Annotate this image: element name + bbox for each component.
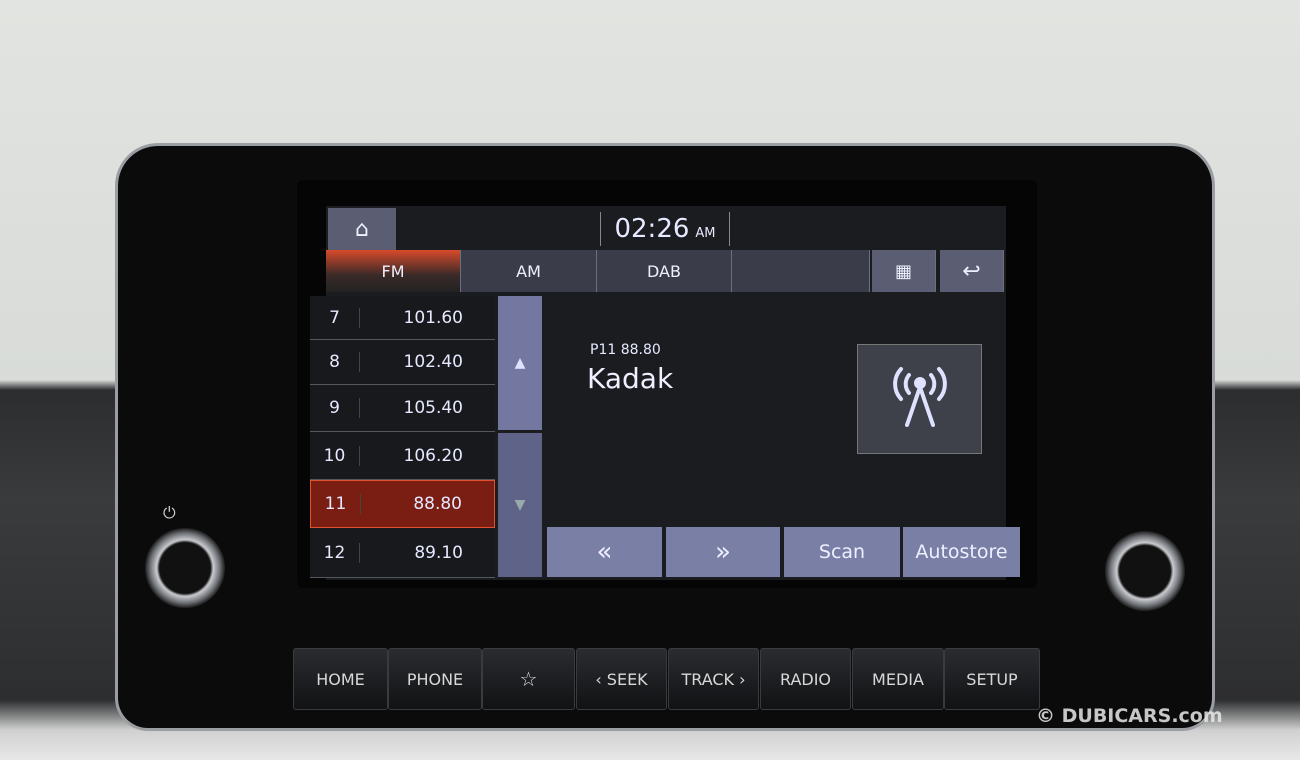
scroll-down-button[interactable]: ▼ [498, 433, 542, 577]
back-arrow-icon: ↩ [962, 258, 981, 284]
tune-knob[interactable] [1105, 531, 1185, 611]
preset-number: 7 [310, 307, 360, 328]
preset-frequency: 102.40 [403, 352, 463, 372]
grid-icon: ▦ [894, 260, 912, 282]
hw-setup-button[interactable]: SETUP [944, 648, 1040, 710]
preset-frequency: 106.20 [403, 445, 463, 466]
triangle-up-icon: ▲ [514, 355, 526, 371]
preset-row[interactable]: 9 105.40 [310, 385, 495, 432]
preset-number: 10 [310, 445, 360, 466]
power-icon: ⏻ [163, 503, 176, 522]
preset-frequency: 89.10 [414, 542, 463, 563]
hw-label: TRACK › [681, 669, 746, 689]
scan-button[interactable]: Scan [784, 527, 900, 577]
rewind-icon: « [596, 537, 613, 567]
preset-frequency: 101.60 [403, 307, 463, 328]
hw-seek-button[interactable]: ‹ SEEK [576, 648, 667, 710]
back-button[interactable]: ↩ [940, 250, 1004, 292]
forward-icon: » [715, 537, 731, 567]
seek-back-button[interactable]: « [547, 527, 662, 577]
hw-label: RADIO [779, 669, 832, 689]
preset-number: 8 [310, 352, 360, 372]
hw-label: HOME [316, 669, 365, 689]
station-logo [857, 344, 982, 454]
preset-number: 12 [310, 542, 360, 563]
tab-fm[interactable]: FM [326, 250, 461, 292]
preset-frequency: 88.80 [413, 494, 462, 514]
preset-row[interactable]: 12 89.10 [310, 528, 495, 578]
station-name: Kadak [587, 362, 674, 395]
hw-label: MEDIA [872, 669, 924, 689]
hw-track-button[interactable]: TRACK › [668, 648, 759, 710]
clock-ampm: AM [695, 225, 716, 241]
tab-label: DAB [647, 261, 681, 281]
hw-radio-button[interactable]: RADIO [760, 648, 851, 710]
watermark: © DUBICARS.com [1036, 705, 1223, 727]
preset-frequency: 105.40 [403, 398, 463, 418]
hw-media-button[interactable]: MEDIA [852, 648, 944, 710]
tab-empty [732, 250, 870, 292]
volume-knob[interactable] [145, 528, 225, 608]
seek-forward-button[interactable]: » [666, 527, 780, 577]
hw-phone-button[interactable]: PHONE [388, 648, 482, 710]
hw-home-button[interactable]: HOME [293, 648, 388, 710]
clock: 02:26 AM [600, 212, 730, 246]
hw-favorite-button[interactable]: ☆ [482, 648, 575, 710]
preset-number: 9 [310, 398, 360, 418]
antenna-icon [892, 367, 947, 427]
autostore-label: Autostore [915, 541, 1008, 563]
menu-grid-button[interactable]: ▦ [872, 250, 936, 292]
tab-label: AM [516, 261, 541, 281]
clock-time: 02:26 [614, 214, 690, 244]
preset-number: 11 [311, 494, 361, 514]
home-icon: ⌂ [355, 216, 369, 242]
tab-label: FM [381, 261, 405, 281]
preset-row[interactable]: 8 102.40 [310, 340, 495, 385]
hw-label: ‹ SEEK [595, 669, 648, 689]
hw-label: PHONE [406, 669, 464, 689]
preset-row-selected[interactable]: 11 88.80 [310, 480, 495, 528]
preset-row[interactable]: 10 106.20 [310, 432, 495, 480]
autostore-button[interactable]: Autostore [903, 527, 1020, 577]
scan-label: Scan [818, 541, 866, 563]
hw-label: SETUP [966, 669, 1018, 689]
triangle-down-icon: ▼ [514, 497, 526, 513]
preset-row[interactable]: 7 101.60 [310, 296, 495, 340]
tab-dab[interactable]: DAB [597, 250, 732, 292]
tab-am[interactable]: AM [461, 250, 597, 292]
home-button[interactable]: ⌂ [328, 208, 396, 250]
preset-info: P11 88.80 [590, 342, 661, 358]
scroll-up-button[interactable]: ▲ [498, 296, 542, 430]
star-icon: ☆ [519, 667, 538, 691]
